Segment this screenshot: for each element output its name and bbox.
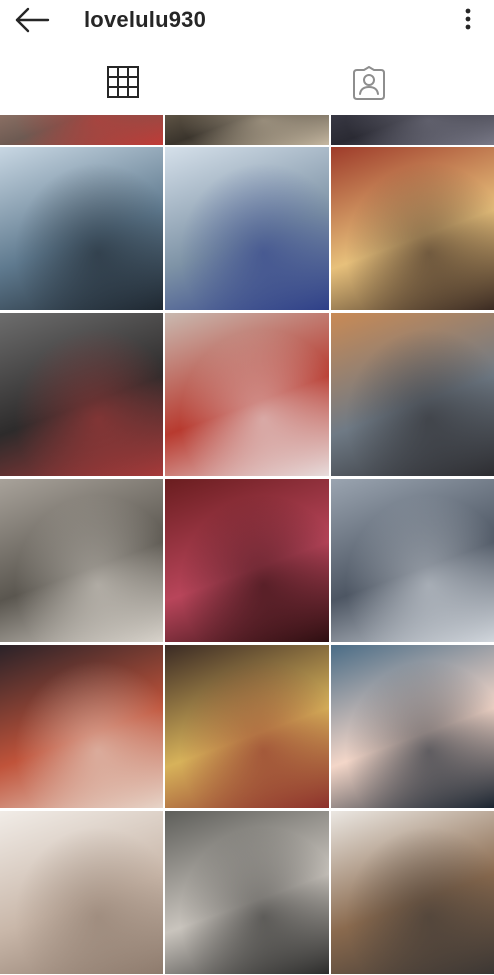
photo-shading <box>165 115 329 145</box>
photo-thumbnail[interactable] <box>0 645 163 808</box>
grid-icon <box>107 66 139 98</box>
photo-thumbnail[interactable] <box>0 811 163 974</box>
photo-thumbnail[interactable] <box>0 313 163 476</box>
photo-thumbnail[interactable] <box>331 147 494 310</box>
photo-thumbnail[interactable] <box>331 645 494 808</box>
more-options-button[interactable] <box>458 6 478 34</box>
photo-grid <box>0 115 494 975</box>
photo-thumbnail[interactable] <box>331 313 494 476</box>
photo-shading <box>331 115 494 145</box>
photo-shading <box>0 645 163 808</box>
tagged-user-icon <box>353 66 385 100</box>
photo-shading <box>0 811 163 974</box>
tab-grid[interactable] <box>0 42 247 115</box>
photo-thumbnail[interactable] <box>331 811 494 974</box>
photo-shading <box>331 811 494 974</box>
back-button[interactable] <box>14 6 50 34</box>
photo-shading <box>165 479 329 642</box>
arrow-left-icon <box>15 7 50 33</box>
photo-shading <box>165 147 329 310</box>
photo-thumbnail[interactable] <box>165 313 329 476</box>
photo-thumbnail[interactable] <box>331 115 494 145</box>
photo-thumbnail[interactable] <box>0 479 163 642</box>
photo-shading <box>331 147 494 310</box>
photo-shading <box>331 313 494 476</box>
photo-shading <box>0 115 163 145</box>
photo-shading <box>0 147 163 310</box>
photo-shading <box>331 645 494 808</box>
profile-tabs <box>0 42 494 115</box>
photo-shading <box>331 479 494 642</box>
photo-thumbnail[interactable] <box>0 147 163 310</box>
photo-thumbnail[interactable] <box>165 811 329 974</box>
profile-username: lovelulu930 <box>84 7 207 32</box>
photo-thumbnail[interactable] <box>0 115 163 145</box>
top-bar: lovelulu930 <box>0 0 494 42</box>
photo-thumbnail[interactable] <box>165 479 329 642</box>
photo-shading <box>165 645 329 808</box>
photo-shading <box>0 313 163 476</box>
photo-shading <box>0 479 163 642</box>
photo-thumbnail[interactable] <box>165 645 329 808</box>
photo-shading <box>165 811 329 974</box>
photo-thumbnail[interactable] <box>331 479 494 642</box>
photo-thumbnail[interactable] <box>165 147 329 310</box>
photo-shading <box>165 313 329 476</box>
more-vertical-icon <box>465 8 471 30</box>
tab-tagged[interactable] <box>247 42 494 115</box>
photo-thumbnail[interactable] <box>165 115 329 145</box>
